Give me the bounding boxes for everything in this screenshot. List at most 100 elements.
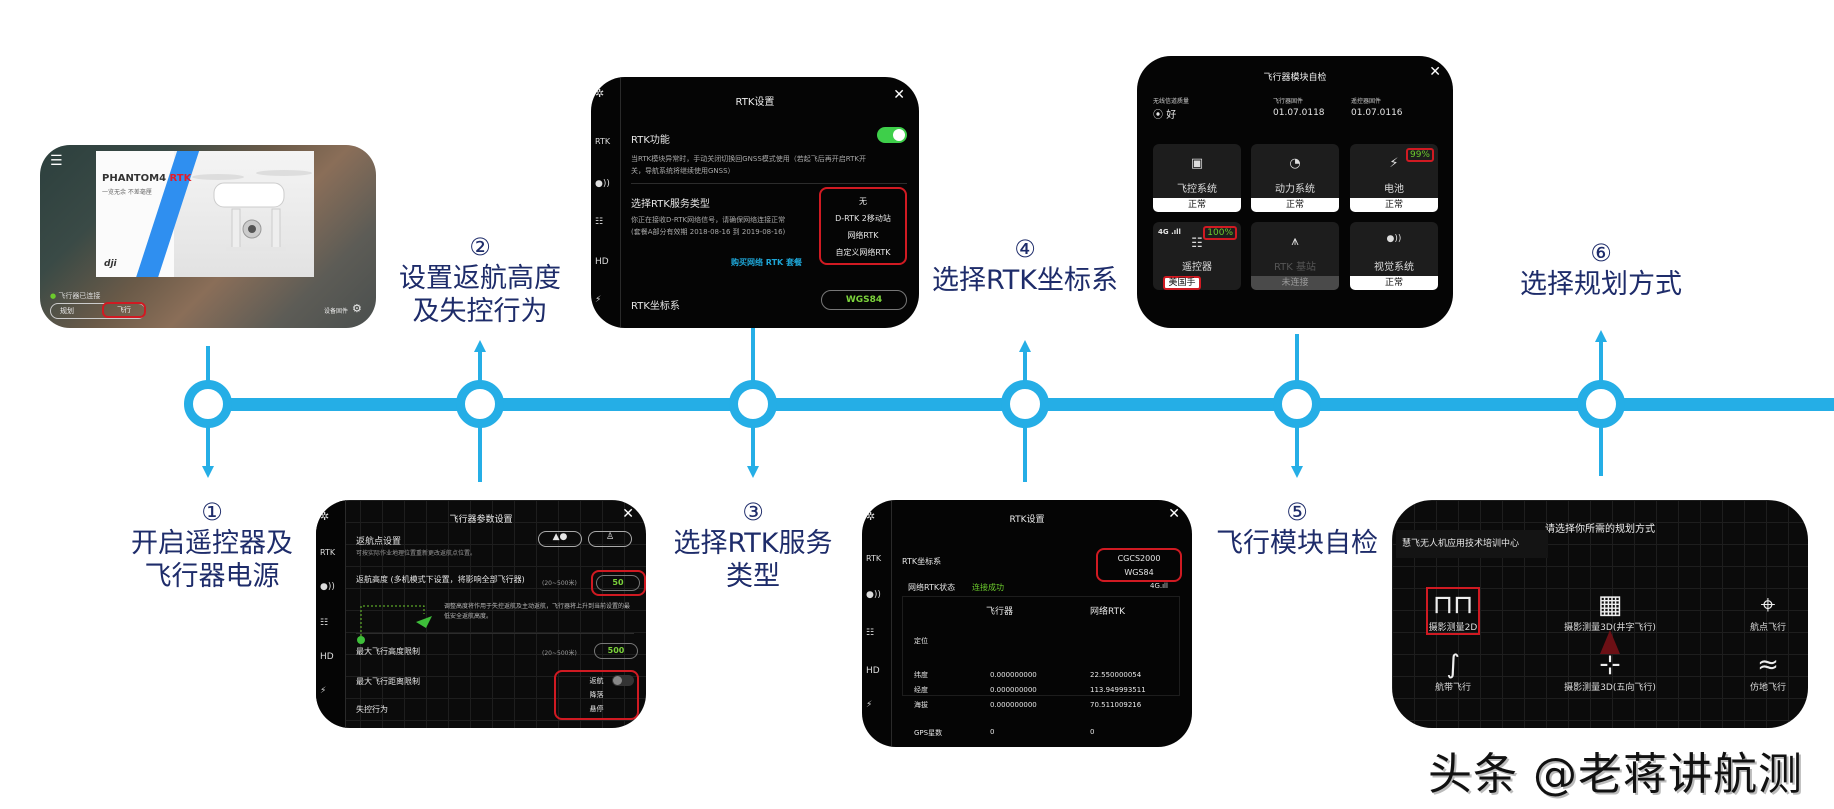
lawnmower-pattern-icon: ⊓⊓	[1432, 590, 1474, 620]
service-option[interactable]: 自定义网络RTK	[819, 244, 907, 261]
remote-controller-icon[interactable]: ☷	[866, 628, 874, 638]
coord-label: RTK坐标系	[631, 301, 680, 312]
drone-illustration	[192, 170, 312, 251]
screen-title: RTK设置	[1009, 515, 1045, 525]
rtk-description: 当RTK模块异常时，手动关闭切换回GNSS模式使用（若起飞后再开启RTK开关，导…	[631, 155, 866, 175]
table-cell: 0.000000000	[990, 671, 1037, 679]
tripod-icon: ⩚	[1291, 234, 1299, 249]
net-rtk-status-value: 连接成功	[972, 583, 1004, 592]
vision-icon[interactable]: ●))	[866, 590, 881, 600]
positioning-label: 定位	[914, 637, 928, 645]
tile-flight-control[interactable]: ▣ 飞控系统 正常	[1153, 144, 1241, 212]
side-nav-rtk[interactable]: RTK	[866, 554, 881, 563]
device-firmware-label: 设备固件	[324, 308, 349, 315]
settings-icon[interactable]: ⚙	[352, 302, 362, 315]
side-nav-hd[interactable]: HD	[866, 666, 880, 676]
coord-select[interactable]: WGS84	[821, 290, 907, 310]
remote-controller-icon[interactable]: ☷	[320, 618, 328, 628]
screenshot-rtk-service: ✲ RTK ●)) ☷ HD ⚡ RTK设置 ✕ RTK功能 当RTK模块异常时…	[591, 77, 919, 328]
battery-icon[interactable]: ⚡	[595, 295, 601, 305]
signal-value: ⦿ 好	[1153, 110, 1177, 121]
service-option[interactable]: 网络RTK	[819, 227, 907, 244]
service-type-label: 选择RTK服务类型	[631, 199, 710, 210]
tile-power[interactable]: ◔ 动力系统 正常	[1251, 144, 1339, 212]
side-nav-hd[interactable]: HD	[595, 257, 609, 267]
service-option[interactable]: D-RTK 2移动站	[819, 210, 907, 227]
network-signal: 4G.ıll	[1150, 582, 1168, 590]
signal-bars-icon: .ıll	[1159, 582, 1168, 590]
plan-option-waypoint[interactable]: ⌖ 航点飞行	[1750, 590, 1786, 633]
screen-title: 飞行器参数设置	[449, 515, 513, 525]
distance-limit-toggle[interactable]	[612, 675, 634, 686]
set-home-user-button[interactable]: ♙	[588, 531, 632, 547]
connector	[751, 426, 755, 468]
vision-icon[interactable]: ●))	[595, 179, 610, 189]
signal-label: 无线信道质量	[1153, 98, 1190, 105]
buy-rtk-link[interactable]: 购买网络 RTK 套餐	[731, 257, 802, 268]
set-home-map-button[interactable]: ▲●	[538, 531, 582, 547]
battery-icon[interactable]: ⚡	[866, 700, 872, 710]
timeline-node-3	[729, 380, 777, 428]
coord-option[interactable]: CGCS2000	[1096, 552, 1182, 566]
tile-remote-controller[interactable]: 4G .ıll ☷ 100% 遥控器 美国手	[1153, 222, 1241, 290]
coord-option[interactable]: WGS84	[1096, 566, 1182, 580]
arrow-up-icon	[1595, 330, 1607, 342]
plan-option-2d[interactable]: ⊓⊓ 摄影测量2D	[1429, 590, 1478, 633]
connection-status: ● 飞行器已连接	[50, 292, 101, 300]
lost-option[interactable]: 悬停	[554, 702, 639, 716]
screen-title: RTK设置	[735, 97, 775, 108]
table-cell: 0	[990, 728, 995, 736]
tile-rtk-base[interactable]: ⩚ RTK 基站 未连接	[1251, 222, 1339, 290]
connector	[478, 426, 482, 482]
arrow-up-icon	[474, 340, 486, 352]
side-nav-rtk[interactable]: RTK	[595, 137, 610, 146]
coord-options: CGCS2000 WGS84	[1096, 552, 1182, 580]
connector	[1023, 426, 1027, 482]
rth-height-label: 返航高度 (多机模式下设置，将影响全部飞行器)	[356, 575, 525, 584]
watermark: 头条 @老蒋讲航测	[1428, 749, 1803, 800]
connector	[1295, 334, 1299, 382]
antenna-icon: ⦿	[1153, 110, 1163, 121]
close-button[interactable]: ✕	[893, 87, 905, 103]
waypoint-icon: ⌖	[1760, 590, 1776, 620]
fly-button[interactable]: 飞行	[102, 302, 146, 318]
step-label-2: ② 设置返航高度 及失控行为	[399, 233, 561, 327]
plan-option-3d-grid[interactable]: ▦ 摄影测量3D(井字飞行)	[1564, 590, 1656, 633]
rtk-function-label: RTK功能	[631, 135, 670, 146]
table-col-aircraft: 0.000000000 0.000000000 0.000000000	[990, 668, 1037, 713]
plan-option-strip[interactable]: ∫ 航带飞行	[1435, 650, 1471, 693]
tile-vision[interactable]: ●)) 视觉系统 正常	[1350, 222, 1438, 290]
close-button[interactable]: ✕	[1168, 506, 1180, 522]
network-signal: 4G .ıll	[1158, 228, 1181, 236]
brand-title: PHANTOM4 RTK	[102, 173, 192, 184]
table-cell: GPS星数	[914, 729, 943, 737]
vision-icon[interactable]: ●))	[320, 582, 335, 592]
close-button[interactable]: ✕	[1429, 64, 1441, 80]
table-cell: 70.511009216	[1090, 701, 1142, 709]
drone-image	[174, 151, 314, 277]
battery-icon[interactable]: ⚡	[320, 686, 326, 696]
grid-pattern-icon: ▦	[1597, 590, 1623, 620]
gauge-icon: ◔	[1289, 156, 1301, 171]
stick-mode-badge: 美国手	[1163, 276, 1201, 290]
close-button[interactable]: ✕	[622, 506, 634, 522]
side-nav-rtk[interactable]: RTK	[320, 548, 335, 557]
status-badge: 未连接	[1251, 276, 1339, 290]
step-label-4: ④ 选择RTK坐标系	[932, 235, 1118, 296]
dji-logo: dji	[104, 259, 117, 269]
plan-option-3d-five[interactable]: ⊹ 摄影测量3D(五向飞行)	[1564, 650, 1656, 693]
plan-option-terrain[interactable]: ≈ 仿地飞行	[1750, 650, 1786, 693]
service-option[interactable]: 无	[819, 193, 907, 210]
rth-height-input[interactable]: 50	[596, 575, 640, 591]
lost-option[interactable]: 降落	[554, 688, 639, 702]
screen-title: 飞行器模块自检	[1263, 73, 1327, 83]
remote-controller-icon[interactable]: ☷	[595, 217, 603, 227]
side-nav-hd[interactable]: HD	[320, 652, 334, 662]
max-altitude-input[interactable]: 500	[594, 643, 638, 659]
service-validity: (套餐A部分有效期 2018-08-16 到 2019-08-16)	[631, 228, 786, 236]
rtk-function-toggle[interactable]	[877, 127, 907, 143]
plan-button[interactable]: 规划	[60, 306, 74, 316]
menu-icon[interactable]: ☰	[50, 153, 63, 169]
timeline-node-5	[1273, 380, 1321, 428]
tile-battery[interactable]: ⚡ 99% 电池 正常	[1350, 144, 1438, 212]
